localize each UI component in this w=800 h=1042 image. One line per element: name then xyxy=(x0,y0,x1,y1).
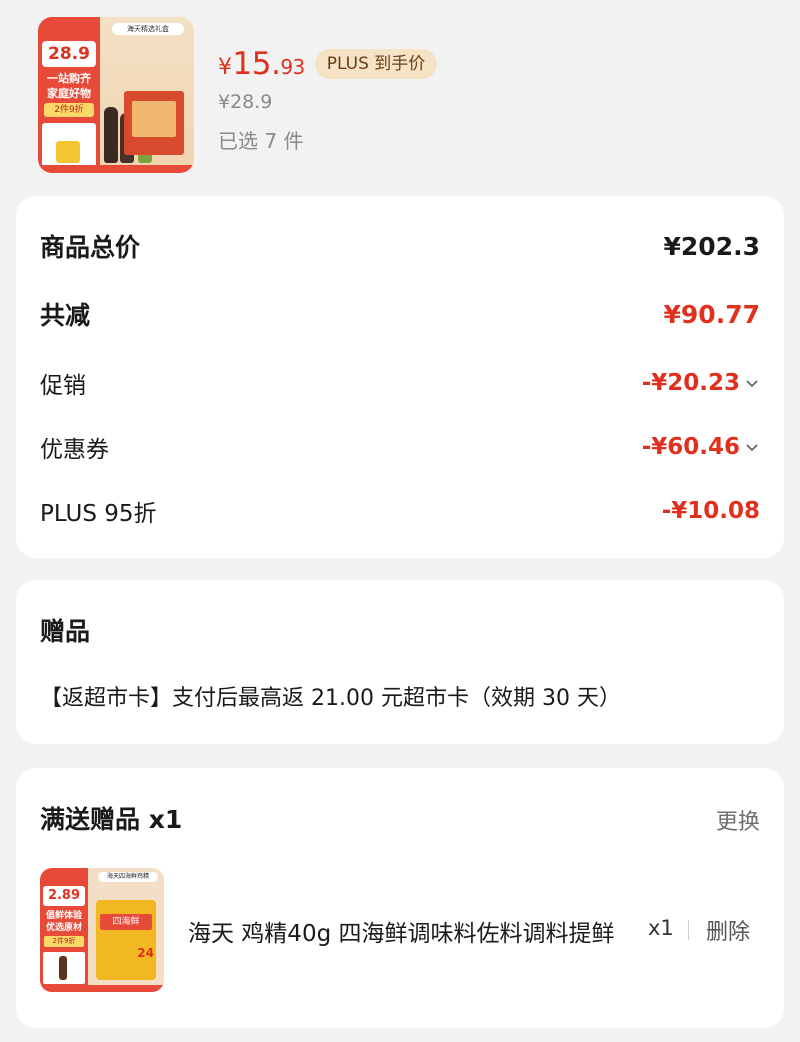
price-summary-card: 商品总价 ¥202.3 共减 ¥90.77 促销 -¥20.23 优惠券 -¥6… xyxy=(16,196,784,558)
thumbnail-footer xyxy=(38,165,194,173)
product-header: 28.9 一站购齐 家庭好物 2件9折 海天精选礼盒 ¥15.93 PLUS 到… xyxy=(0,0,800,195)
plus-discount-value: -¥10.08 xyxy=(661,498,760,524)
price-decimal: 93 xyxy=(280,55,305,79)
thumbnail-tag: 2件9折 xyxy=(44,103,94,117)
delete-gift-button[interactable]: 删除 xyxy=(706,914,750,946)
thumbnail-footer xyxy=(40,985,164,992)
gift-item-quantity: x1 xyxy=(648,916,674,940)
change-gift-button[interactable]: 更换 xyxy=(716,804,760,836)
total-price-value: ¥202.3 xyxy=(663,231,760,261)
thumbnail-slogan: 倡鲜体验 优选原材 xyxy=(45,911,82,933)
gift-item-thumbnail[interactable]: 2.89 倡鲜体验 优选原材 2件9折 海天四海鲜鸡精 四海鲜 24 xyxy=(40,868,164,992)
chevron-down-icon[interactable] xyxy=(744,439,760,455)
full-gift-card: 满送赠品 x1 更换 2.89 倡鲜体验 优选原材 2件9折 海天四海鲜鸡精 四… xyxy=(16,768,784,1028)
promotion-label: 促销 xyxy=(40,373,86,399)
selected-count: 已选 7 件 xyxy=(218,129,304,153)
seasoning-bag-image: 四海鲜 24 xyxy=(96,900,156,980)
total-reduction-label: 共减 xyxy=(40,301,91,330)
gift-description: 【返超市卡】支付后最高返 21.00 元超市卡（效期 30 天） xyxy=(40,686,621,711)
plus-price-badge: PLUS 到手价 xyxy=(314,49,438,79)
thumbnail-slogan: 一站购齐 家庭好物 xyxy=(42,71,96,101)
total-price-label: 商品总价 xyxy=(40,233,141,262)
gift-item-name[interactable]: 海天 鸡精40g 四海鲜调味料佐料调料提鲜 xyxy=(188,914,640,948)
thumbnail-promo-card xyxy=(43,952,85,984)
full-gift-title: 满送赠品 x1 xyxy=(40,805,183,834)
gift-box-image xyxy=(124,91,184,155)
thumbnail-header: 海天精选礼盒 xyxy=(112,23,184,35)
coupon-row[interactable]: 优惠券 -¥60.46 xyxy=(40,430,760,464)
total-reduction-value: ¥90.77 xyxy=(663,299,760,329)
price-row: ¥15.93 PLUS 到手价 xyxy=(218,44,438,84)
plus-discount-label: PLUS 95折 xyxy=(40,501,157,527)
thumbnail-price: 28.9 xyxy=(42,41,96,67)
product-thumbnail[interactable]: 28.9 一站购齐 家庭好物 2件9折 海天精选礼盒 xyxy=(38,17,194,173)
plus-price: ¥15.93 xyxy=(218,46,305,82)
thumbnail-slogan-line1: 一站购齐 xyxy=(47,72,91,85)
thumbnail-slogan-line2: 家庭好物 xyxy=(47,87,91,100)
thumbnail-header: 海天四海鲜鸡精 xyxy=(98,872,158,882)
gift-title: 赠品 xyxy=(40,617,91,646)
price-currency: ¥ xyxy=(218,55,232,80)
promotion-value-group[interactable]: -¥20.23 xyxy=(642,370,760,396)
original-price: ¥28.9 xyxy=(218,91,273,113)
plus-discount-row: PLUS 95折 -¥10.08 xyxy=(40,494,760,528)
divider xyxy=(688,920,689,940)
price-integer: 15. xyxy=(232,46,281,82)
coupon-label: 优惠券 xyxy=(40,437,109,463)
bag-count: 24 xyxy=(137,946,154,960)
coupon-value: -¥60.46 xyxy=(641,434,740,460)
gift-card: 赠品 【返超市卡】支付后最高返 21.00 元超市卡（效期 30 天） xyxy=(16,580,784,744)
thumbnail-promo-card xyxy=(42,123,96,167)
total-price-row: 商品总价 ¥202.3 xyxy=(40,228,760,264)
bag-label: 四海鲜 xyxy=(100,914,152,930)
promotion-value: -¥20.23 xyxy=(641,370,740,396)
total-reduction-row: 共减 ¥90.77 xyxy=(40,296,760,332)
thumbnail-price: 2.89 xyxy=(43,886,85,906)
promotion-row[interactable]: 促销 -¥20.23 xyxy=(40,366,760,400)
coupon-value-group[interactable]: -¥60.46 xyxy=(642,434,760,460)
thumbnail-tag: 2件9折 xyxy=(44,936,84,947)
chevron-down-icon[interactable] xyxy=(744,375,760,391)
bottle-image xyxy=(104,107,118,163)
